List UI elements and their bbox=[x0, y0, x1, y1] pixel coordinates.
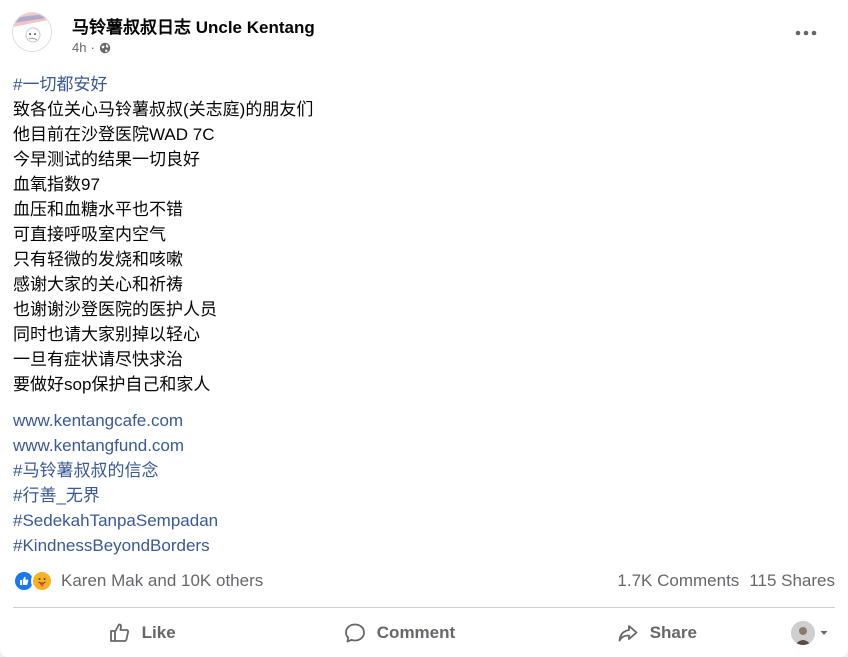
page-name[interactable]: 马铃薯叔叔日志 Uncle Kentang bbox=[72, 13, 315, 38]
post-line: 同时也请大家别掉以轻心 bbox=[13, 325, 200, 344]
shares-count[interactable]: 115 Shares bbox=[749, 571, 835, 591]
care-icon bbox=[31, 570, 53, 592]
meta-separator: · bbox=[90, 40, 95, 55]
engagement-stats: 1.7K Comments 115 Shares bbox=[617, 571, 835, 591]
post-line: 只有轻微的发烧和咳嗽 bbox=[13, 250, 183, 269]
reactors-text[interactable]: Karen Mak and 10K others bbox=[61, 571, 617, 591]
action-bar: Like Comment Share bbox=[13, 612, 835, 654]
post-line: 血压和血糖水平也不错 bbox=[13, 200, 183, 219]
share-label: Share bbox=[649, 623, 697, 642]
share-button[interactable]: Share bbox=[528, 614, 785, 652]
hashtag-link[interactable]: #KindnessBeyondBorders bbox=[13, 533, 833, 558]
post-line: 要做好sop保护自己和家人 bbox=[13, 375, 211, 394]
chevron-down-icon bbox=[820, 631, 828, 635]
divider bbox=[13, 607, 835, 608]
post-line: 他目前在沙登医院WAD 7C bbox=[13, 125, 215, 144]
globe-icon[interactable] bbox=[99, 42, 111, 54]
user-avatar bbox=[790, 621, 815, 645]
hashtag-link[interactable]: #SedekahTanpaSempadan bbox=[13, 508, 833, 533]
post-line: 今早测试的结果一切良好 bbox=[13, 150, 200, 169]
reaction-as-selector[interactable] bbox=[785, 621, 835, 645]
reaction-icons[interactable] bbox=[13, 570, 53, 592]
post-body: #一切都安好 致各位关心马铃薯叔叔(关志庭)的朋友们 他目前在沙登医院WAD 7… bbox=[13, 72, 833, 558]
website-link[interactable]: www.kentangfund.com bbox=[13, 433, 833, 458]
hashtag-link[interactable]: #马铃薯叔叔的信念 bbox=[13, 458, 833, 483]
avatar-image bbox=[13, 13, 51, 51]
post-line: 感谢大家的关心和祈祷 bbox=[13, 275, 183, 294]
more-icon bbox=[795, 30, 817, 36]
comment-button[interactable]: Comment bbox=[270, 614, 527, 652]
hashtag-link[interactable]: #一切都安好 bbox=[13, 72, 833, 97]
more-options-button[interactable] bbox=[788, 18, 824, 48]
thumbs-up-icon bbox=[109, 623, 129, 642]
share-icon bbox=[618, 625, 638, 642]
post-line: 致各位关心马铃薯叔叔(关志庭)的朋友们 bbox=[13, 100, 314, 119]
post-card: 马铃薯叔叔日志 Uncle Kentang 4h · #一切都安好 致各位关心马… bbox=[0, 0, 848, 657]
comment-icon bbox=[344, 623, 365, 643]
post-header: 马铃薯叔叔日志 Uncle Kentang 4h · bbox=[0, 0, 848, 66]
page-avatar[interactable] bbox=[12, 12, 52, 52]
like-label: Like bbox=[141, 623, 176, 642]
post-meta: 4h · bbox=[72, 40, 111, 55]
post-line: 可直接呼吸室内空气 bbox=[13, 225, 166, 244]
post-time[interactable]: 4h bbox=[72, 40, 86, 55]
post-line: 一旦有症状请尽快求治 bbox=[13, 350, 183, 369]
hashtag-link[interactable]: #行善_无界 bbox=[13, 483, 833, 508]
reactions-bar: Karen Mak and 10K others 1.7K Comments 1… bbox=[13, 567, 835, 595]
comment-label: Comment bbox=[376, 623, 456, 642]
post-line: 也谢谢沙登医院的医护人员 bbox=[13, 300, 217, 319]
website-link[interactable]: www.kentangcafe.com bbox=[13, 408, 833, 433]
comments-count[interactable]: 1.7K Comments bbox=[617, 571, 739, 591]
post-line: 血氧指数97 bbox=[13, 175, 100, 194]
like-button[interactable]: Like bbox=[13, 614, 270, 652]
